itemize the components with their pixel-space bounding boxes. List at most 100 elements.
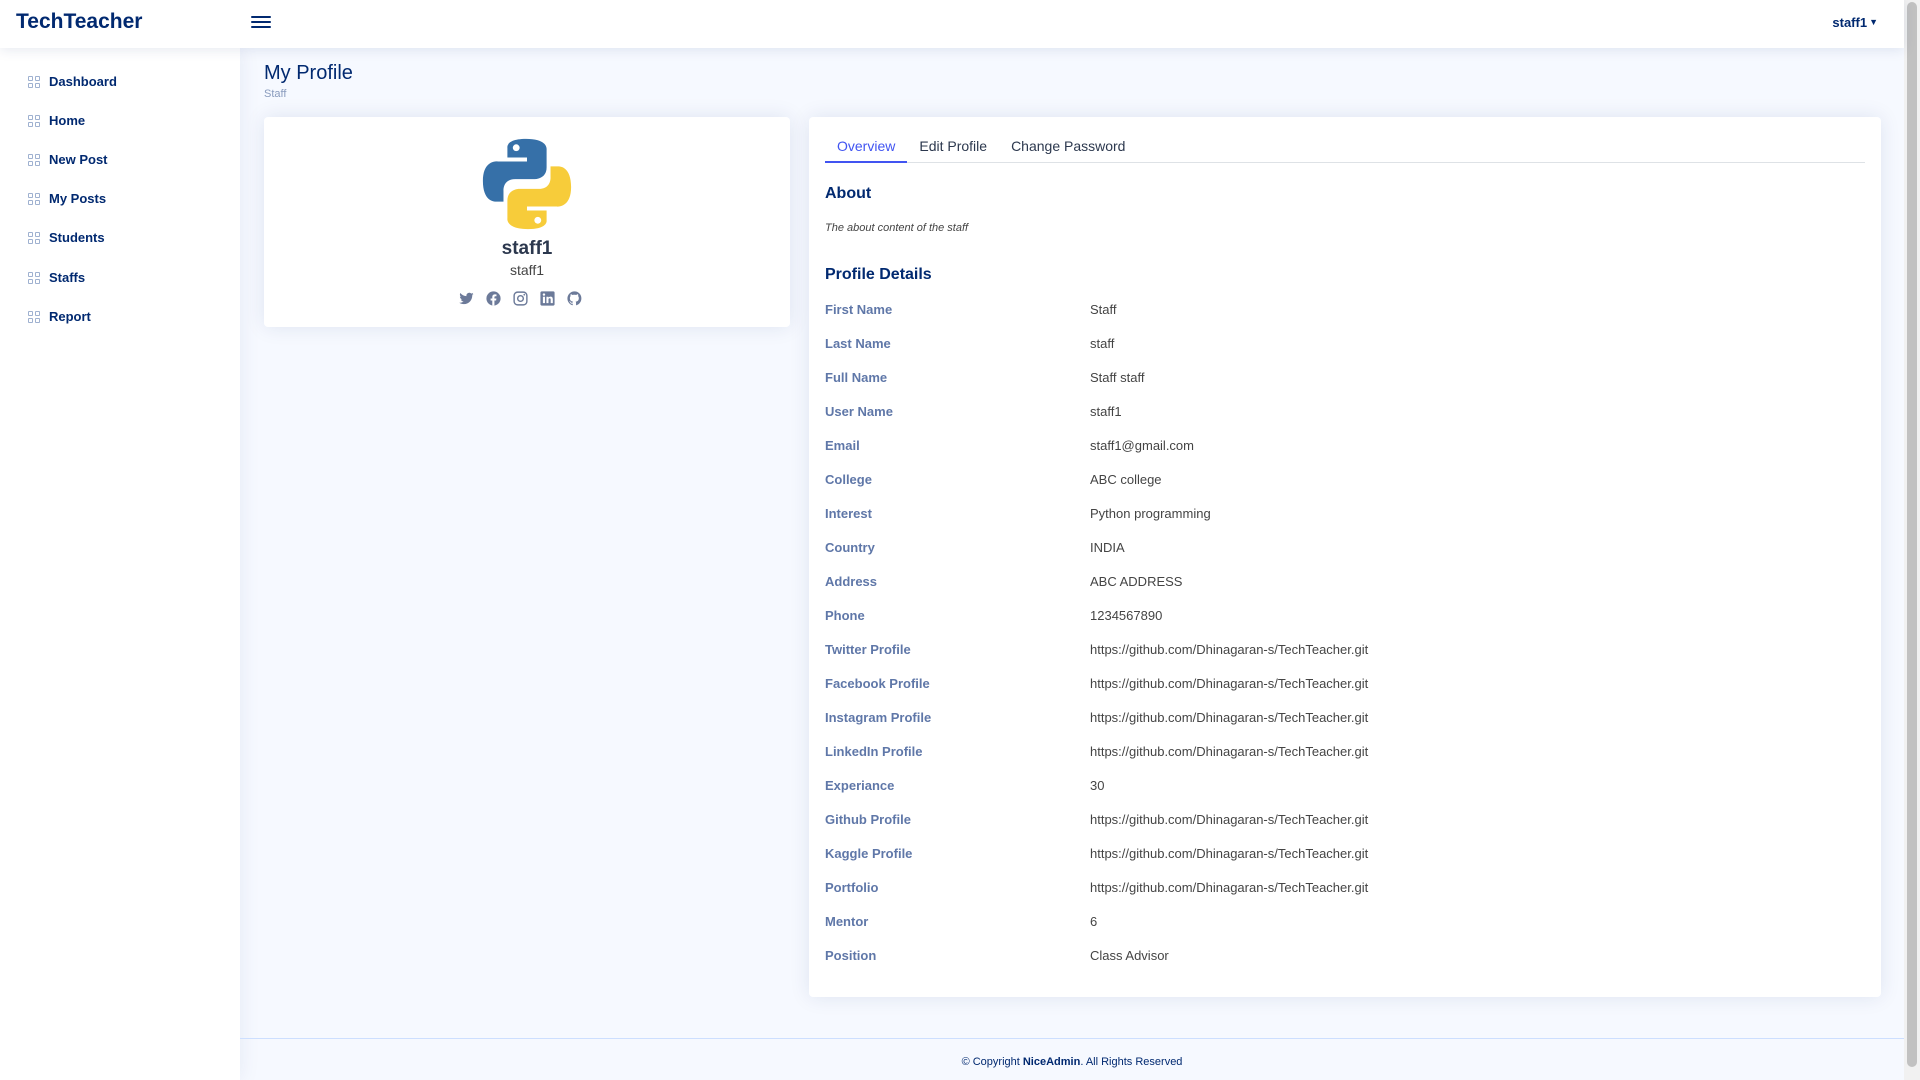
sidebar-item-my-posts[interactable]: My Posts	[28, 191, 106, 206]
profile-detail-row: Full Name Staff staff	[825, 370, 1865, 390]
grid-icon	[28, 153, 40, 166]
profile-detail-row: Facebook Profile https://github.com/Dhina…	[825, 676, 1865, 696]
profile-detail-row: Kaggle Profile https://github.com/Dhinaga…	[825, 846, 1865, 866]
profile-detail-value: https://github.com/Dhinagaran-s/TechTeac…	[1090, 880, 1369, 895]
sidebar: Dashboard Home New Post My Posts Student…	[0, 48, 240, 1080]
profile-detail-row: First Name Staff	[825, 302, 1865, 322]
instagram-icon[interactable]	[512, 290, 529, 307]
profile-detail-label: Mentor	[825, 914, 869, 929]
github-icon[interactable]	[566, 290, 583, 307]
profile-detail-value: 6	[1090, 914, 1098, 929]
sidebar-item-label: New Post	[49, 152, 108, 167]
profile-detail-value: ABC college	[1090, 472, 1162, 487]
scrollbar-thumb[interactable]	[1907, 2, 1917, 1067]
profile-detail-row: Position Class Advisor	[825, 948, 1865, 968]
about-title: About	[825, 185, 872, 202]
breadcrumb[interactable]: Staff	[264, 88, 286, 100]
profile-detail-label: Twitter Profile	[825, 642, 911, 657]
sidebar-item-new-post[interactable]: New Post	[28, 152, 108, 167]
user-menu-label: staff1	[1832, 15, 1868, 30]
sidebar-item-label: Staffs	[49, 270, 86, 285]
sidebar-item-label: Students	[49, 230, 105, 245]
profile-detail-label: Portfolio	[825, 880, 879, 895]
profile-detail-value: Staff	[1090, 302, 1117, 317]
social-links	[458, 290, 583, 307]
tab-change-password[interactable]: Change Password	[999, 135, 1137, 163]
footer-brand[interactable]: NiceAdmin	[1023, 1056, 1080, 1068]
sidebar-item-staffs[interactable]: Staffs	[28, 270, 85, 285]
profile-detail-label: Interest	[825, 506, 872, 521]
about-text: The about content of the staff	[825, 222, 969, 234]
grid-icon	[28, 75, 40, 88]
profile-detail-row: Instagram Profile https://github.com/Dhin…	[825, 710, 1865, 730]
profile-detail-value: 30	[1090, 778, 1105, 793]
sidebar-item-label: Home	[49, 113, 86, 128]
profile-detail-value: https://github.com/Dhinagaran-s/TechTeac…	[1090, 642, 1369, 657]
profile-detail-row: Portfolio https://github.com/Dhinagaran-s…	[825, 880, 1865, 900]
twitter-icon[interactable]	[458, 290, 475, 307]
chevron-down-icon: ▼	[1869, 17, 1878, 27]
profile-detail-row: Github Profile https://github.com/Dhinaga…	[825, 812, 1865, 832]
page-title: My Profile	[264, 62, 353, 84]
sidebar-item-label: Dashboard	[49, 74, 117, 89]
profile-detail-label: Last Name	[825, 336, 891, 351]
sidebar-item-home[interactable]: Home	[28, 113, 85, 128]
sidebar-item-students[interactable]: Students	[28, 230, 105, 245]
profile-detail-value: https://github.com/Dhinagaran-s/TechTeac…	[1090, 744, 1369, 759]
profile-detail-row: Phone 1234567890	[825, 608, 1865, 628]
profile-detail-label: College	[825, 472, 872, 487]
profile-detail-value: https://github.com/Dhinagaran-s/TechTeac…	[1090, 676, 1369, 691]
grid-icon	[28, 114, 40, 127]
profile-detail-row: Address ABC ADDRESS	[825, 574, 1865, 594]
user-menu-dropdown[interactable]: staff1 ▼	[1832, 15, 1878, 30]
profile-detail-label: Position	[825, 948, 877, 963]
profile-detail-label: Country	[825, 540, 875, 555]
top-header: TechTeacher staff1 ▼	[0, 0, 1904, 48]
profile-detail-label: Experiance	[825, 778, 895, 793]
profile-detail-row: College ABC college	[825, 472, 1865, 492]
footer-prefix: © Copyright	[961, 1056, 1023, 1068]
profile-detail-value: Staff staff	[1090, 370, 1145, 385]
profile-detail-row: Mentor 6	[825, 914, 1865, 934]
profile-detail-row: Last Name staff	[825, 336, 1865, 356]
tab-overview[interactable]: Overview	[825, 135, 908, 163]
menu-toggle-icon[interactable]	[251, 13, 271, 33]
profile-detail-label: Kaggle Profile	[825, 846, 913, 861]
profile-detail-value: 1234567890	[1090, 608, 1163, 623]
profile-detail-value: https://github.com/Dhinagaran-s/TechTeac…	[1090, 812, 1369, 827]
linkedin-icon[interactable]	[539, 290, 556, 307]
profile-detail-label: Address	[825, 574, 878, 589]
profile-detail-label: Phone	[825, 608, 865, 623]
profile-detail-row: Twitter Profile https://github.com/Dhinag…	[825, 642, 1865, 662]
footer-suffix: . All Rights Reserved	[1080, 1056, 1183, 1068]
profile-details-title: Profile Details	[825, 266, 932, 283]
profile-detail-label: Full Name	[825, 370, 888, 385]
profile-detail-value: https://github.com/Dhinagaran-s/TechTeac…	[1090, 846, 1369, 861]
sidebar-item-report[interactable]: Report	[28, 309, 91, 324]
app-logo[interactable]: TechTeacher	[16, 10, 142, 34]
profile-detail-value: Class Advisor	[1090, 948, 1169, 963]
profile-detail-label: Instagram Profile	[825, 710, 932, 725]
grid-icon	[28, 192, 40, 205]
profile-detail-value: staff1	[1090, 404, 1122, 419]
profile-detail-row: Country INDIA	[825, 540, 1865, 560]
facebook-icon[interactable]	[485, 290, 502, 307]
profile-detail-value: staff1@gmail.com	[1090, 438, 1194, 453]
profile-detail-row: Interest Python programming	[825, 506, 1865, 526]
profile-detail-label: LinkedIn Profile	[825, 744, 923, 759]
tab-edit-profile[interactable]: Edit Profile	[907, 135, 999, 163]
footer-divider	[240, 1038, 1904, 1039]
footer-copyright: © Copyright NiceAdmin. All Rights Reserv…	[240, 1056, 1904, 1068]
profile-detail-label: First Name	[825, 302, 893, 317]
page-scrollbar[interactable]	[1904, 0, 1920, 1080]
profile-detail-label: User Name	[825, 404, 893, 419]
profile-detail-label: Github Profile	[825, 812, 911, 827]
profile-detail-value: Python programming	[1090, 506, 1211, 521]
profile-name: staff1	[501, 238, 553, 259]
python-logo-avatar	[482, 138, 572, 230]
profile-detail-row: User Name staff1	[825, 404, 1865, 424]
profile-detail-row: Email staff1@gmail.com	[825, 438, 1865, 458]
sidebar-item-dashboard[interactable]: Dashboard	[28, 74, 117, 89]
profile-detail-value: INDIA	[1090, 540, 1125, 555]
profile-detail-label: Email	[825, 438, 860, 453]
